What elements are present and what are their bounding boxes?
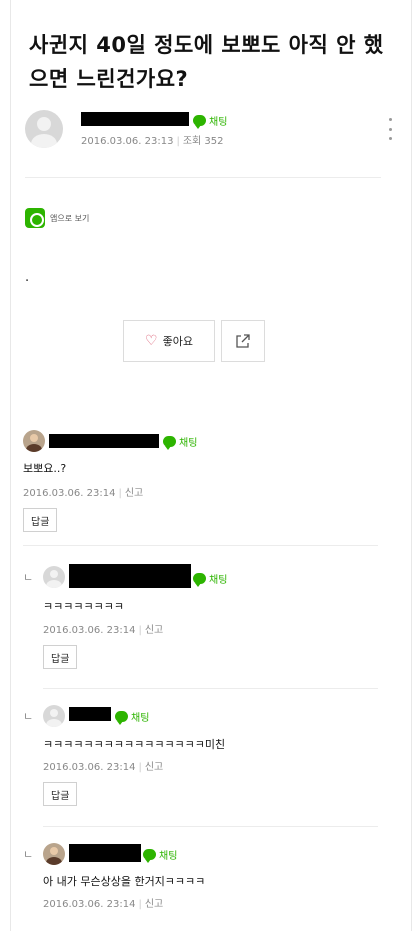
post-views: 조회 352 xyxy=(182,136,224,147)
report-link[interactable]: 신고 xyxy=(125,488,143,499)
share-button[interactable] xyxy=(221,320,265,362)
chat-icon xyxy=(193,573,206,587)
chat-icon xyxy=(163,436,176,450)
share-icon xyxy=(236,334,250,348)
report-link[interactable]: 신고 xyxy=(145,899,163,910)
redacted-author-name xyxy=(81,112,189,126)
report-link[interactable]: 신고 xyxy=(145,762,163,773)
reply-button[interactable]: 답글 xyxy=(23,508,58,532)
report-link[interactable]: 신고 xyxy=(145,625,163,636)
author-row: 채팅 2016.03.06. 23:13 | 조회 352 xyxy=(25,108,395,156)
post-body: . xyxy=(25,270,30,285)
comment-date: 2016.03.06. 23:14 xyxy=(43,762,136,773)
comment-meta: 2016.03.06. 23:14 | 신고 xyxy=(43,899,164,910)
redacted-commenter-name xyxy=(69,707,111,721)
reply-button[interactable]: 답글 xyxy=(43,782,78,806)
header-divider xyxy=(25,177,381,178)
redacted-commenter-name xyxy=(49,434,159,448)
comment-meta: 2016.03.06. 23:14 | 신고 xyxy=(43,762,164,773)
chat-label: 채팅 xyxy=(209,575,228,586)
comment-text: 아 내가 무슨상상을 한거지ㅋㅋㅋㅋ xyxy=(43,875,206,888)
post-title: 사귄지 40일 정도에 보뽀도 아직 안 했으면 느린건가요? xyxy=(29,33,384,91)
comment-divider xyxy=(23,545,378,546)
comment-text: 보뽀요..? xyxy=(23,462,67,475)
chat-label: 채팅 xyxy=(209,117,228,128)
commenter-avatar[interactable] xyxy=(43,566,65,588)
comment-date: 2016.03.06. 23:14 xyxy=(23,488,116,499)
post-date: 2016.03.06. 23:13 xyxy=(81,136,174,147)
chat-button[interactable]: 채팅 xyxy=(115,709,150,725)
chat-label: 채팅 xyxy=(131,713,150,724)
reply-indicator: ㄴ xyxy=(23,848,34,861)
chat-icon xyxy=(143,849,156,863)
redacted-commenter-name xyxy=(69,564,191,588)
chat-button[interactable]: 채팅 xyxy=(143,847,178,863)
reply-indicator: ㄴ xyxy=(23,710,34,723)
redacted-commenter-name xyxy=(69,844,141,862)
comment-text: ㅋㅋㅋㅋㅋㅋㅋㅋ xyxy=(43,600,124,613)
comment-divider xyxy=(43,826,378,827)
comment-date: 2016.03.06. 23:14 xyxy=(43,625,136,636)
comment-date: 2016.03.06. 23:14 xyxy=(43,899,136,910)
chat-button[interactable]: 채팅 xyxy=(163,434,198,450)
comment-text: ㅋㅋㅋㅋㅋㅋㅋㅋㅋㅋㅋㅋㅋㅋㅋㅋ미친 xyxy=(43,738,226,751)
commenter-avatar[interactable] xyxy=(43,705,65,727)
comment-meta: 2016.03.06. 23:14 | 신고 xyxy=(43,625,164,636)
chat-icon xyxy=(115,711,128,725)
post-page: 사귄지 40일 정도에 보뽀도 아직 안 했으면 느린건가요? 채팅 2016.… xyxy=(10,0,412,931)
chat-label: 채팅 xyxy=(179,438,198,449)
chat-button[interactable]: 채팅 xyxy=(193,113,228,129)
comment-meta: 2016.03.06. 23:14 | 신고 xyxy=(23,488,144,499)
heart-icon: ♡ xyxy=(145,333,158,349)
like-label: 좋아요 xyxy=(162,335,193,348)
chat-icon xyxy=(193,115,206,129)
app-view-label: 앱으로 보기 xyxy=(50,213,90,223)
like-button[interactable]: ♡ 좋아요 xyxy=(123,320,215,362)
reply-indicator: ㄴ xyxy=(23,571,34,584)
chat-label: 채팅 xyxy=(159,851,178,862)
author-avatar[interactable] xyxy=(25,110,63,148)
commenter-avatar[interactable] xyxy=(43,843,65,865)
app-view-link[interactable]: 앱으로 보기 xyxy=(25,208,89,228)
post-meta: 2016.03.06. 23:13 | 조회 352 xyxy=(81,136,224,147)
post-actions: ♡ 좋아요 xyxy=(123,320,265,362)
commenter-avatar[interactable] xyxy=(23,430,45,452)
chat-button[interactable]: 채팅 xyxy=(193,571,228,587)
comment-divider xyxy=(43,688,378,689)
app-icon xyxy=(25,208,45,228)
more-options-icon[interactable] xyxy=(387,118,393,140)
reply-button[interactable]: 답글 xyxy=(43,645,78,669)
